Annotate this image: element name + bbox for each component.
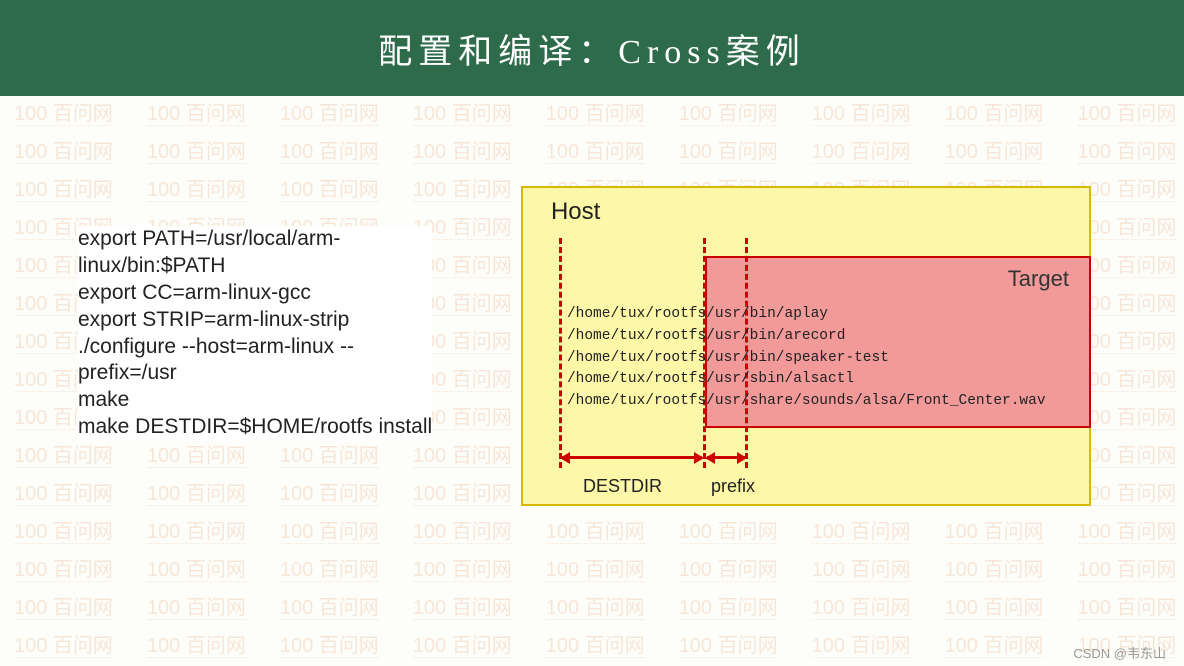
target-label: Target	[1008, 266, 1069, 292]
path-line: /home/tux/rootfs/usr/bin/arecord	[567, 326, 1046, 348]
prefix-arrow	[707, 456, 745, 459]
slide-title: 配置和编译：Cross案例	[378, 24, 805, 73]
cmd-line: make DESTDIR=$HOME/rootfs install	[78, 414, 432, 441]
diagram-column: Host Target /home/tux/rootfs/usr/bin/apl…	[521, 96, 1184, 666]
cmd-line: export PATH=/usr/local/arm-	[78, 226, 432, 253]
cmd-line: export CC=arm-linux-gcc	[78, 280, 432, 307]
path-line: /home/tux/rootfs/usr/bin/aplay	[567, 304, 1046, 326]
cmd-line: prefix=/usr	[78, 360, 432, 387]
cmd-line: linux/bin:$PATH	[78, 253, 432, 280]
path-line: /home/tux/rootfs/usr/share/sounds/alsa/F…	[567, 391, 1046, 413]
path-line: /home/tux/rootfs/usr/sbin/alsactl	[567, 369, 1046, 391]
footer-attribution: CSDN @韦东山	[1073, 643, 1166, 662]
commands-block: export PATH=/usr/local/arm- linux/bin:$P…	[78, 226, 432, 441]
path-list: /home/tux/rootfs/usr/bin/aplay /home/tux…	[567, 304, 1046, 413]
slide-body: export PATH=/usr/local/arm- linux/bin:$P…	[0, 96, 1184, 666]
host-box: Host Target /home/tux/rootfs/usr/bin/apl…	[521, 186, 1091, 506]
arrow-row	[559, 450, 749, 480]
destdir-arrow	[562, 456, 702, 459]
slide-header: 配置和编译：Cross案例	[0, 0, 1184, 96]
path-line: /home/tux/rootfs/usr/bin/speaker-test	[567, 348, 1046, 370]
commands-column: export PATH=/usr/local/arm- linux/bin:$P…	[0, 96, 521, 666]
cmd-line: make	[78, 387, 432, 414]
host-label: Host	[551, 198, 600, 226]
cmd-line: ./configure --host=arm-linux --	[78, 334, 432, 361]
divider-line	[559, 238, 562, 468]
cmd-line: export STRIP=arm-linux-strip	[78, 307, 432, 334]
